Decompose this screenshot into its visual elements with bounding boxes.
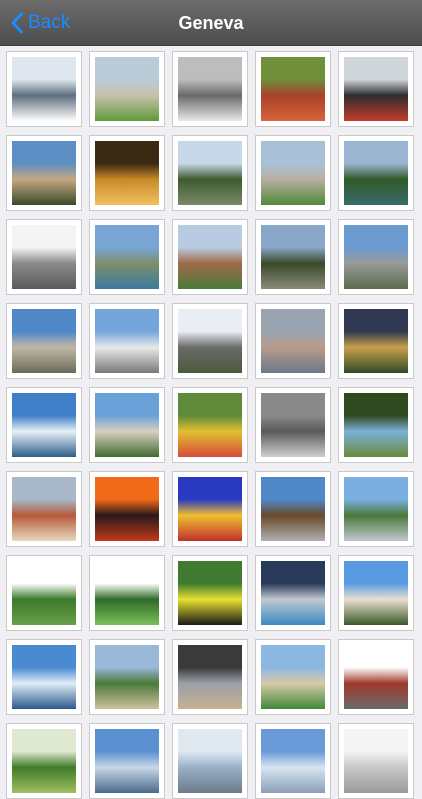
photo-thumbnail[interactable] (338, 51, 414, 127)
photo-villa-house (344, 561, 408, 625)
photo-thumbnail[interactable] (172, 135, 248, 211)
photo-thumbnail[interactable] (255, 555, 331, 631)
photo-thumbnail[interactable] (255, 387, 331, 463)
photo-green-trees-partial (12, 729, 76, 793)
photo-frozen-trees (12, 57, 76, 121)
photo-thumbnail[interactable] (338, 471, 414, 547)
photo-sky-partial (261, 729, 325, 793)
photo-tree-canopy (344, 393, 408, 457)
photo-red-hut-snow (344, 645, 408, 709)
photo-small-chapel (178, 225, 242, 289)
photo-thumbnail[interactable] (6, 555, 82, 631)
photo-thumbnail[interactable] (89, 219, 165, 295)
photo-thumbnail[interactable] (172, 219, 248, 295)
photo-white-apartment-block (95, 309, 159, 373)
photo-thumbnail[interactable] (6, 639, 82, 715)
photo-thumbnail[interactable] (6, 135, 82, 211)
page-title: Geneva (178, 12, 244, 33)
photo-thumbnail[interactable] (338, 639, 414, 715)
photo-thumbnail[interactable] (255, 135, 331, 211)
photo-thumbnail[interactable] (255, 639, 331, 715)
photo-thumbnail[interactable] (172, 387, 248, 463)
photo-thumbnail[interactable] (172, 303, 248, 379)
photo-bw-rooftops (261, 393, 325, 457)
photo-palace-lawn (261, 645, 325, 709)
photo-thumbnail[interactable] (89, 471, 165, 547)
photo-jet-deau-lake (12, 393, 76, 457)
photo-thumbnail[interactable] (6, 219, 82, 295)
photo-thumbnail[interactable] (6, 471, 82, 547)
photo-thumbnail[interactable] (89, 135, 165, 211)
photo-red-sunset (95, 477, 159, 541)
photo-thumbnail[interactable] (89, 303, 165, 379)
photo-fountain-harbor (12, 645, 76, 709)
photo-tall-tower-building (12, 141, 76, 205)
photo-street-trees (261, 225, 325, 289)
photo-thumbnail[interactable] (255, 723, 331, 799)
photo-broken-chair (261, 477, 325, 541)
photo-thumbnail[interactable] (255, 471, 331, 547)
photo-grid (6, 51, 420, 799)
photo-thumbnail[interactable] (89, 387, 165, 463)
photo-night-street-lights (95, 141, 159, 205)
photo-large-cedar-tree (178, 141, 242, 205)
photo-tree-drawing (95, 561, 159, 625)
photo-thumbnail[interactable] (338, 219, 414, 295)
photo-modern-pool-building (261, 561, 325, 625)
photo-apartment-lawn (95, 57, 159, 121)
photo-colored-light-show (178, 477, 242, 541)
photo-horse-meadow (178, 561, 242, 625)
photo-thumbnail[interactable] (172, 639, 248, 715)
photo-thumbnail[interactable] (255, 303, 331, 379)
photo-thumbnail[interactable] (6, 303, 82, 379)
photo-garden-buildings (261, 141, 325, 205)
photo-dark-monument (344, 57, 408, 121)
photo-thumbnail[interactable] (6, 387, 82, 463)
photo-thumbnail[interactable] (255, 51, 331, 127)
photo-thumbnail[interactable] (89, 51, 165, 127)
photo-thumbnail[interactable] (6, 723, 82, 799)
photo-thumbnail[interactable] (6, 51, 82, 127)
photo-city-avenue (344, 225, 408, 289)
photo-thumbnail[interactable] (172, 51, 248, 127)
photo-dusk-apartments (344, 309, 408, 373)
photo-thumbnail[interactable] (172, 555, 248, 631)
photo-countryside-field (344, 477, 408, 541)
photo-corner-building (12, 309, 76, 373)
photo-green-cedar (12, 561, 76, 625)
photo-thumbnail[interactable] (89, 555, 165, 631)
photo-autumn-red-leaves (261, 57, 325, 121)
photo-concrete-towers (12, 225, 76, 289)
photo-thumbnail[interactable] (89, 639, 165, 715)
photo-thumbnail[interactable] (338, 387, 414, 463)
photo-white-partial (344, 729, 408, 793)
photo-winter-bw-park (178, 57, 242, 121)
photo-river-boats-city (95, 225, 159, 289)
photo-thumbnail[interactable] (338, 135, 414, 211)
photo-thumbnail[interactable] (172, 471, 248, 547)
photo-thumbnail[interactable] (338, 303, 414, 379)
photo-old-church-tower (178, 309, 242, 373)
photo-thumbnail[interactable] (338, 555, 414, 631)
photo-yellow-cow-flowers (178, 393, 242, 457)
photo-blue-sky-partial (95, 729, 159, 793)
navigation-bar: Back Geneva (0, 0, 422, 46)
photo-thumbnail[interactable] (338, 723, 414, 799)
photo-fountain-partial (178, 729, 242, 793)
photo-river-forest (344, 141, 408, 205)
photo-thumbnail[interactable] (255, 219, 331, 295)
photo-park-lawn (95, 645, 159, 709)
photo-thumbnail[interactable] (89, 723, 165, 799)
photo-old-town-roofs (12, 477, 76, 541)
photo-rainbow-street (178, 645, 242, 709)
photo-brunswick-monument (95, 393, 159, 457)
photo-thumbnail[interactable] (172, 723, 248, 799)
photo-city-panorama (261, 309, 325, 373)
